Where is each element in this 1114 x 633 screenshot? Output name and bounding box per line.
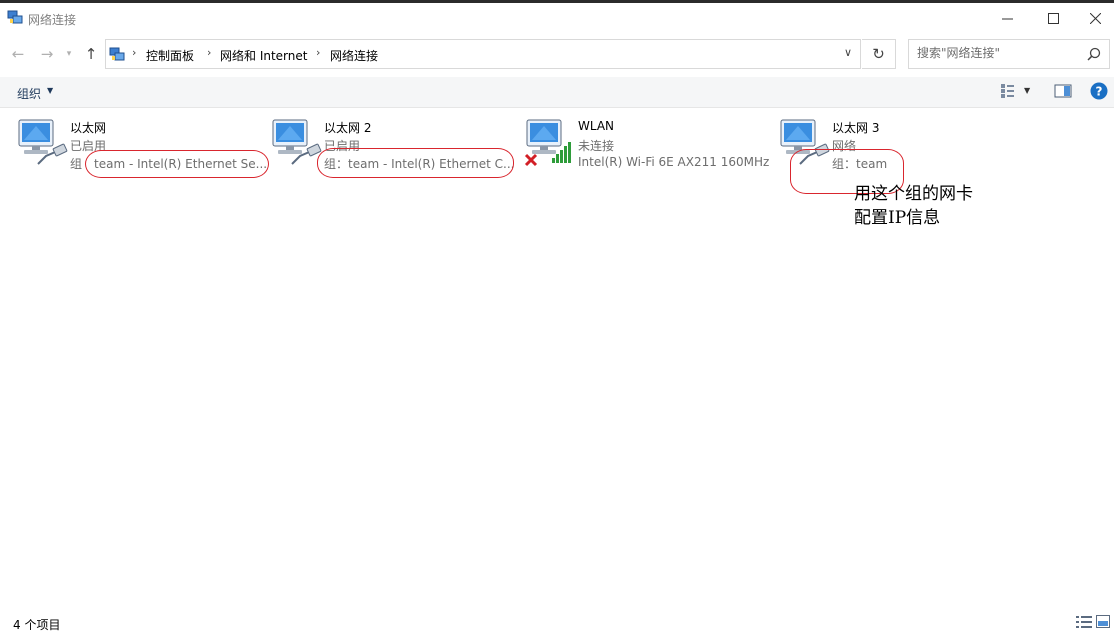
disconnected-x-icon (524, 153, 538, 167)
tiles-view-icon[interactable] (1096, 615, 1110, 628)
arrow-up-icon: ↑ (84, 45, 98, 63)
refresh-icon: ↻ (872, 45, 885, 63)
annotation-circle (85, 150, 269, 178)
breadcrumb-control-panel[interactable]: 控制面板 (146, 47, 194, 64)
chevron-down-icon: ▾ (66, 49, 72, 59)
back-button[interactable]: ← (8, 44, 28, 64)
forward-button[interactable]: → (37, 44, 57, 64)
connection-status: 未连接 (578, 139, 615, 153)
annotation-note: 用这个组的网卡 配置IP信息 (854, 184, 973, 228)
connection-item-wlan[interactable]: WLAN 未连接 Intel(R) Wi-Fi 6E AX211 160MHz (524, 116, 774, 176)
breadcrumb-network-connections[interactable]: 网络连接 (330, 47, 378, 64)
maximize-icon (1047, 12, 1059, 24)
view-options-dropdown-icon[interactable]: ▼ (1024, 86, 1030, 95)
organize-menu-button[interactable]: 组织 (17, 85, 41, 102)
window-title: 网络连接 (28, 13, 77, 27)
minimize-button[interactable] (984, 3, 1030, 33)
breadcrumb-separator-icon: › (132, 46, 137, 59)
connection-name: 以太网 2 (324, 121, 372, 135)
caret-down-icon: ▼ (47, 86, 54, 95)
arrow-left-icon: ← (11, 45, 25, 63)
search-box[interactable] (908, 39, 1110, 69)
breadcrumb-network-internet[interactable]: 网络和 Internet (220, 47, 307, 64)
address-dropdown-chevron-icon[interactable]: ∨ (844, 46, 852, 59)
breadcrumb-separator-icon: › (316, 46, 321, 59)
item-count: 4 个项目 (13, 618, 61, 632)
network-connections-icon (109, 47, 125, 61)
svg-text:?: ? (1096, 85, 1103, 99)
title-bar: 网络连接 (0, 3, 1114, 33)
minimize-icon (1001, 18, 1013, 19)
network-adapter-icon (18, 119, 68, 165)
search-icon[interactable] (1087, 47, 1101, 61)
connection-name: 以太网 (70, 121, 107, 135)
view-options-icon[interactable] (1000, 83, 1016, 99)
recent-locations-button[interactable]: ▾ (62, 44, 76, 64)
connection-name: WLAN (578, 119, 615, 133)
address-bar[interactable]: › 控制面板 › 网络和 Internet › 网络连接 ∨ (105, 39, 861, 69)
up-button[interactable]: ↑ (81, 44, 101, 64)
preview-pane-icon[interactable] (1054, 83, 1072, 99)
breadcrumb-separator-icon: › (207, 46, 212, 59)
help-icon[interactable]: ? (1090, 82, 1108, 100)
close-icon (1089, 12, 1101, 24)
close-button[interactable] (1076, 3, 1114, 33)
arrow-right-icon: → (40, 45, 54, 63)
connection-name: 以太网 3 (832, 121, 880, 135)
network-connections-icon (7, 10, 23, 24)
details-view-icon[interactable] (1076, 616, 1092, 628)
search-input[interactable] (917, 46, 1077, 60)
maximize-button[interactable] (1030, 3, 1076, 33)
connection-device: Intel(R) Wi-Fi 6E AX211 160MHz (578, 155, 770, 169)
command-toolbar: 组织 ▼ ▼ ? (0, 77, 1114, 108)
status-bar: 4 个项目 (0, 612, 1114, 632)
annotation-circle (317, 148, 514, 178)
refresh-button[interactable]: ↻ (862, 39, 896, 69)
